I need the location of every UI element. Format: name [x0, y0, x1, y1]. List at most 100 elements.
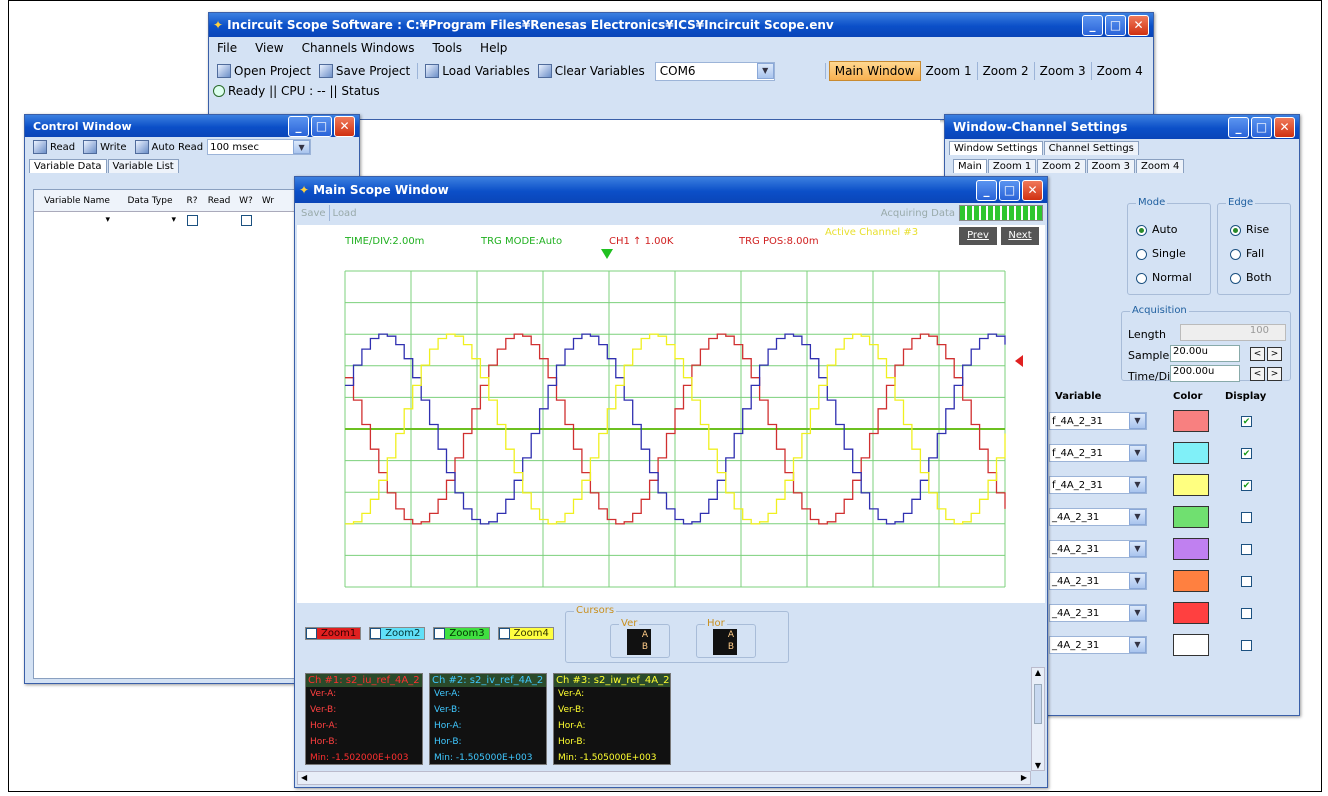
view-zoom-1[interactable]: Zoom 1 — [921, 62, 978, 80]
edge-label: Edge — [1226, 197, 1256, 208]
channel-variable-select[interactable]: _4A_2_31 ▼ — [1049, 604, 1147, 622]
channel-variable-select[interactable]: _4A_2_31 ▼ — [1049, 572, 1147, 590]
channel-variable-value: _4A_2_31 — [1052, 543, 1100, 555]
close-icon[interactable]: ✕ — [334, 115, 355, 137]
channel-color-swatch[interactable] — [1173, 442, 1209, 464]
sample-stepper[interactable]: < > — [1248, 346, 1282, 361]
timediv-field[interactable]: 200.00u — [1170, 365, 1240, 382]
channel-variable-select[interactable]: _4A_2_31 ▼ — [1049, 508, 1147, 526]
minimize-icon[interactable]: _ — [1228, 116, 1249, 138]
zoom3-toggle[interactable]: Zoom3 — [433, 627, 490, 640]
subtab-zoom-3[interactable]: Zoom 3 — [1086, 159, 1135, 173]
tab-window-settings[interactable]: Window Settings — [949, 141, 1043, 155]
zoom4-toggle[interactable]: Zoom4 — [497, 627, 554, 640]
channel-display-checkbox[interactable] — [1241, 544, 1252, 555]
channel-display-checkbox[interactable]: ✔ — [1241, 480, 1252, 491]
open-project-button[interactable]: Open Project — [213, 61, 315, 81]
edge-rise[interactable]: Rise — [1230, 218, 1290, 242]
horizontal-scrollbar[interactable]: ◀ ▶ — [297, 771, 1031, 785]
view-zoom-3[interactable]: Zoom 3 — [1035, 62, 1092, 80]
channel-variable-select[interactable]: f_4A_2_31 ▼ — [1049, 412, 1147, 430]
write-button[interactable]: Write — [79, 137, 130, 157]
channel-variable-select[interactable]: _4A_2_31 ▼ — [1049, 540, 1147, 558]
trigger-level-marker[interactable] — [1015, 355, 1023, 367]
channel-color-swatch[interactable] — [1173, 410, 1209, 432]
zoom1-toggle[interactable]: Zoom1 — [305, 627, 362, 640]
menu-file[interactable]: File — [217, 41, 237, 55]
channel-display-checkbox[interactable]: ✔ — [1241, 448, 1252, 459]
channel-variable-select[interactable]: f_4A_2_31 ▼ — [1049, 476, 1147, 494]
channel-color-swatch[interactable] — [1173, 506, 1209, 528]
channel-color-swatch[interactable] — [1173, 570, 1209, 592]
channel-display-checkbox[interactable] — [1241, 512, 1252, 523]
tab-variable-list[interactable]: Variable List — [107, 159, 179, 173]
channel-display-checkbox[interactable] — [1241, 576, 1252, 587]
port-select[interactable]: COM6 ▼ — [654, 61, 775, 81]
minimize-icon[interactable]: _ — [288, 115, 309, 137]
chevron-right-icon[interactable]: > — [1267, 347, 1282, 361]
length-field[interactable]: 100 — [1180, 324, 1286, 341]
view-zoom-2[interactable]: Zoom 2 — [978, 62, 1035, 80]
channel-color-swatch[interactable] — [1173, 474, 1209, 496]
channel-variable-select[interactable]: _4A_2_31 ▼ — [1049, 636, 1147, 654]
maximize-icon[interactable]: □ — [1105, 14, 1126, 36]
view-main-window[interactable]: Main Window — [828, 61, 921, 81]
mode-single[interactable]: Single — [1136, 242, 1210, 266]
subtab-zoom-2[interactable]: Zoom 2 — [1037, 159, 1086, 173]
zoom2-toggle[interactable]: Zoom2 — [369, 627, 426, 640]
scope-load-button[interactable]: Load — [333, 208, 881, 219]
auto-read-button[interactable]: Auto Read — [131, 137, 208, 157]
minimize-icon[interactable]: _ — [1082, 14, 1103, 36]
chevron-right-icon[interactable]: > — [1267, 367, 1282, 381]
close-icon[interactable]: ✕ — [1022, 179, 1043, 201]
channel-color-swatch[interactable] — [1173, 602, 1209, 624]
edge-fall[interactable]: Fall — [1230, 242, 1290, 266]
menu-view[interactable]: View — [255, 41, 283, 55]
interval-select[interactable]: 100 msec ▼ — [207, 139, 312, 155]
channel-display-checkbox[interactable]: ✔ — [1241, 416, 1252, 427]
mode-auto[interactable]: Auto — [1136, 218, 1210, 242]
view-zoom-4[interactable]: Zoom 4 — [1092, 62, 1148, 80]
row-type-dropdown[interactable]: ▾ — [120, 215, 180, 225]
tab-variable-data[interactable]: Variable Data — [29, 159, 107, 173]
subtab-zoom-4[interactable]: Zoom 4 — [1136, 159, 1185, 173]
edge-both[interactable]: Both — [1230, 266, 1290, 290]
waveform-plot[interactable] — [297, 225, 1045, 603]
maximize-icon[interactable]: □ — [311, 115, 332, 137]
load-variables-button[interactable]: Load Variables — [421, 61, 533, 81]
hor-cursor-button[interactable]: AB — [713, 629, 737, 655]
menu-channels-windows[interactable]: Channels Windows — [302, 41, 415, 55]
maximize-icon[interactable]: □ — [1251, 116, 1272, 138]
row-r-checkbox[interactable] — [186, 214, 198, 226]
chevron-left-icon[interactable]: < — [1250, 347, 1265, 361]
subtab-zoom-1[interactable]: Zoom 1 — [987, 159, 1037, 173]
channel-variable-value: _4A_2_31 — [1052, 607, 1100, 619]
chevron-left-icon[interactable]: < — [1250, 367, 1265, 381]
subtab-main[interactable]: Main — [953, 159, 987, 173]
row-name-dropdown[interactable]: ▾ — [34, 215, 120, 225]
close-icon[interactable]: ✕ — [1274, 116, 1295, 138]
clear-variables-button[interactable]: Clear Variables — [534, 61, 649, 81]
trigger-position-marker[interactable] — [601, 249, 613, 259]
channel-display-checkbox[interactable] — [1241, 640, 1252, 651]
maximize-icon[interactable]: □ — [999, 179, 1020, 201]
menu-help[interactable]: Help — [480, 41, 507, 55]
read-button[interactable]: Read — [29, 137, 79, 157]
scope-window: ✦ Main Scope Window _ □ ✕ Save Load Acqu… — [294, 176, 1048, 788]
minimize-icon[interactable]: _ — [976, 179, 997, 201]
row-w-checkbox[interactable] — [240, 214, 252, 226]
channel-color-swatch[interactable] — [1173, 538, 1209, 560]
tab-channel-settings[interactable]: Channel Settings — [1043, 141, 1139, 155]
vertical-scrollbar[interactable]: ▲ ▼ — [1031, 667, 1045, 771]
channel-display-checkbox[interactable] — [1241, 608, 1252, 619]
close-icon[interactable]: ✕ — [1128, 14, 1149, 36]
ver-cursor-button[interactable]: AB — [627, 629, 651, 655]
mode-normal[interactable]: Normal — [1136, 266, 1210, 290]
save-project-button[interactable]: Save Project — [315, 61, 414, 81]
sample-field[interactable]: 20.00u — [1170, 345, 1240, 362]
timediv-stepper[interactable]: < > — [1248, 366, 1282, 381]
menu-tools[interactable]: Tools — [432, 41, 462, 55]
channel-variable-select[interactable]: f_4A_2_31 ▼ — [1049, 444, 1147, 462]
channel-color-swatch[interactable] — [1173, 634, 1209, 656]
scope-save-button[interactable]: Save — [301, 208, 326, 219]
